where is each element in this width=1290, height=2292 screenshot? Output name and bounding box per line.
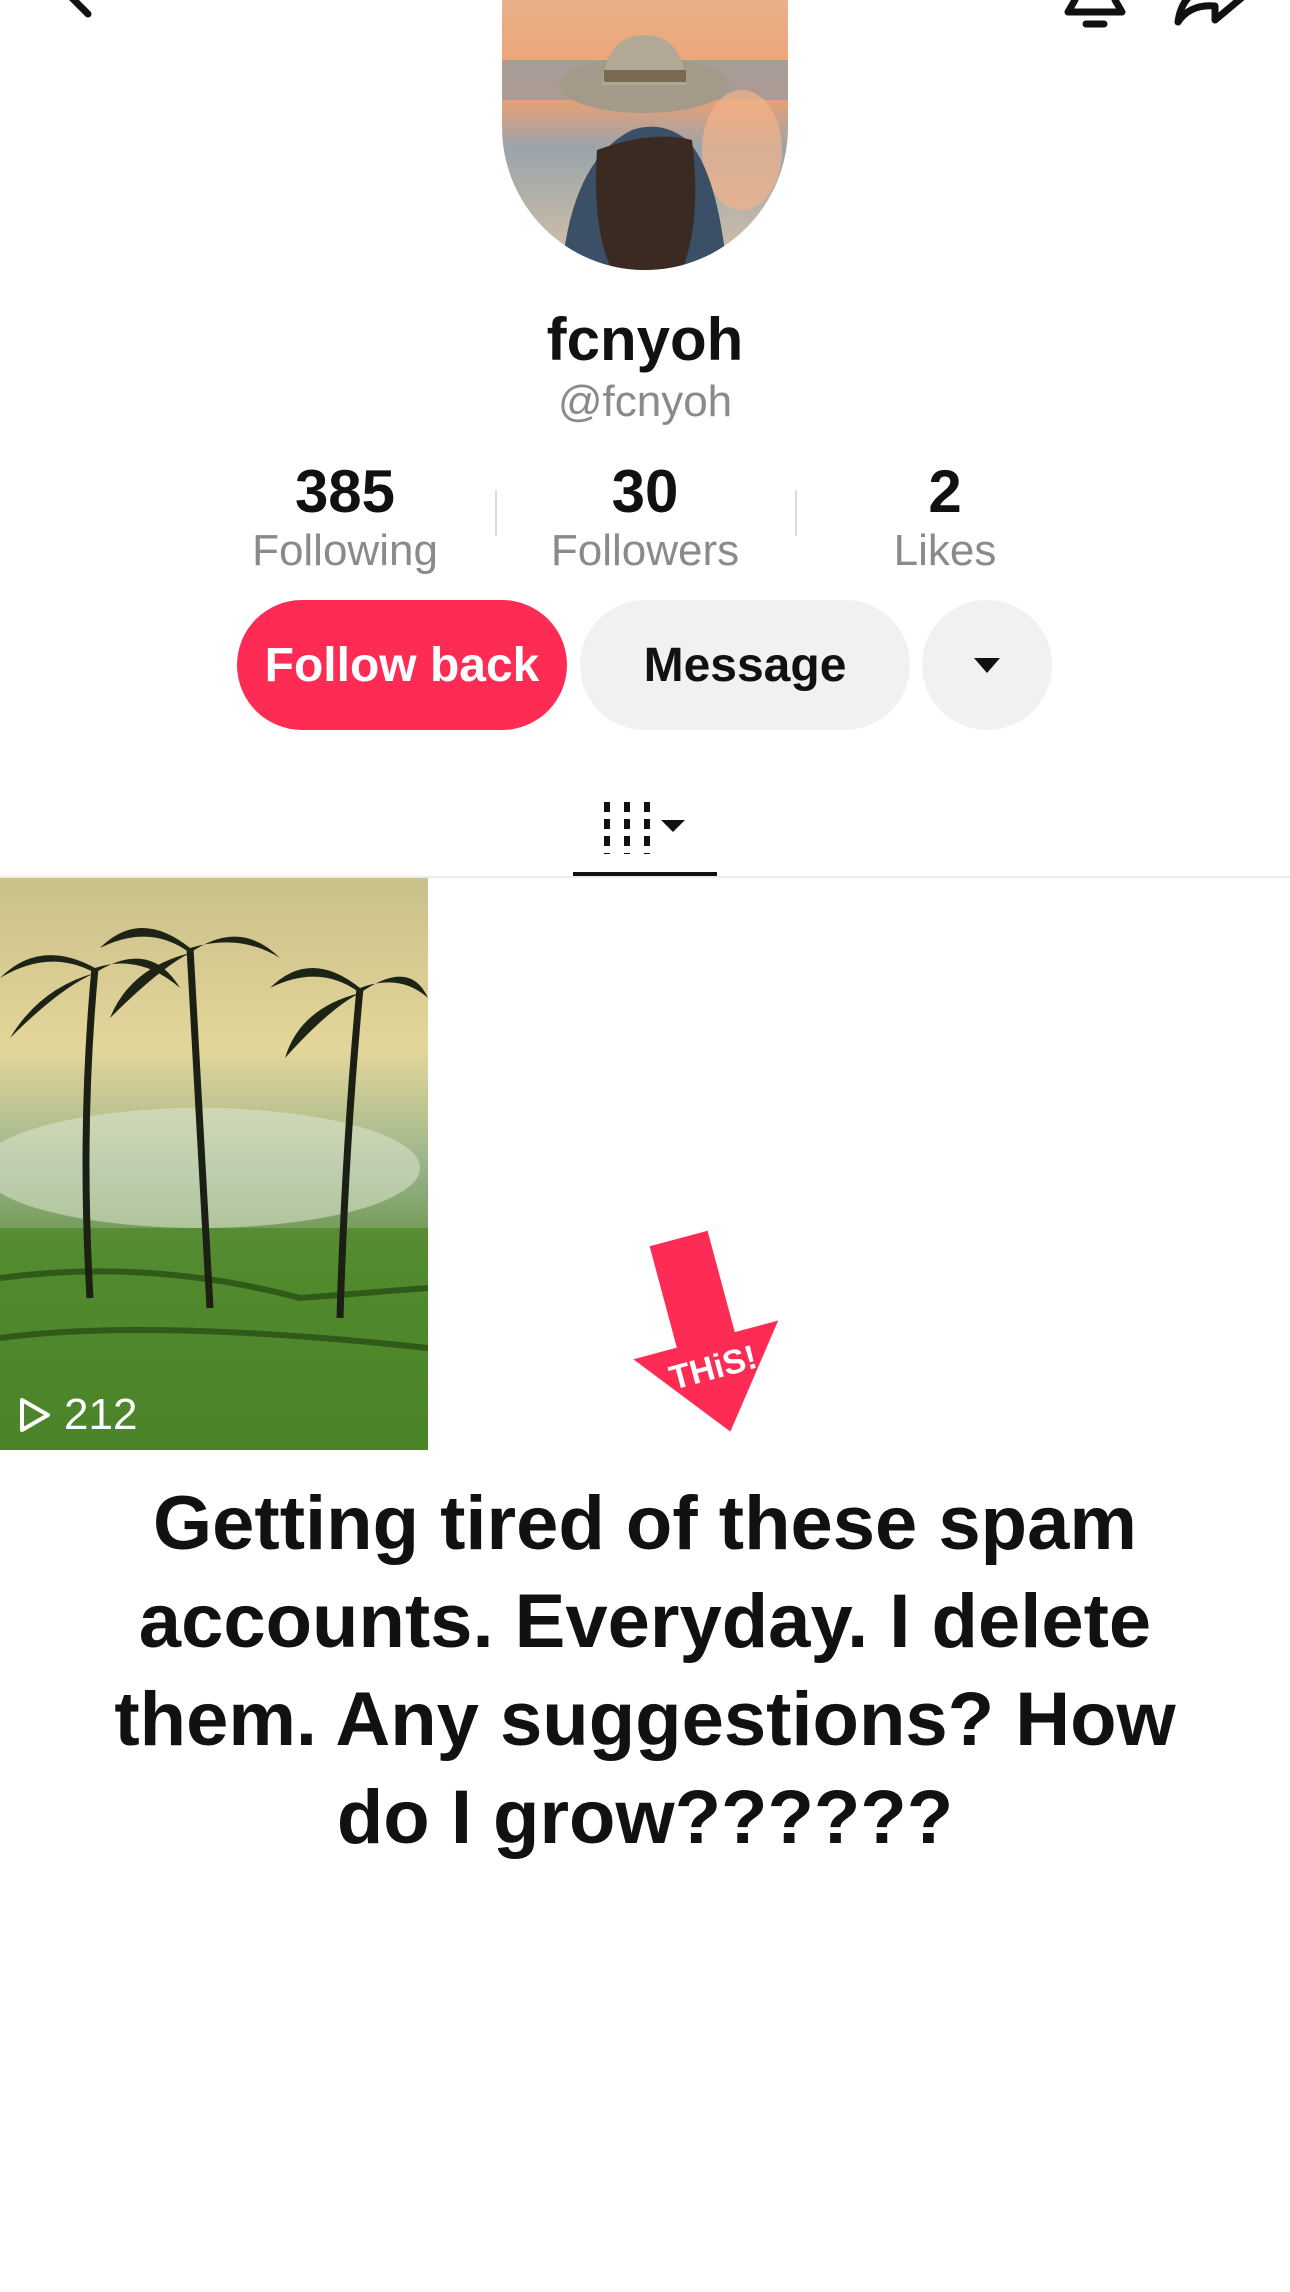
likes-count: 2 bbox=[928, 458, 962, 525]
likes-label: Likes bbox=[893, 526, 997, 575]
stat-followers[interactable]: 30 Followers bbox=[495, 458, 795, 576]
view-count-value: 212 bbox=[64, 1390, 138, 1439]
followers-count: 30 bbox=[611, 458, 679, 525]
display-name: fcnyoh bbox=[546, 306, 744, 373]
grid-icon bbox=[604, 802, 685, 854]
username-handle: @fcnyoh bbox=[557, 377, 733, 426]
view-count: 212 bbox=[18, 1390, 137, 1440]
stat-likes[interactable]: 2 Likes bbox=[795, 458, 1095, 576]
bell-icon[interactable] bbox=[1060, 0, 1130, 30]
back-icon[interactable] bbox=[48, 0, 108, 20]
chevron-down-icon bbox=[661, 820, 685, 832]
more-options-button[interactable] bbox=[922, 600, 1052, 730]
avatar[interactable] bbox=[502, 0, 788, 270]
play-icon bbox=[20, 1398, 50, 1432]
follow-back-button[interactable]: Follow back bbox=[237, 600, 567, 730]
arrow-sticker: THiS! bbox=[633, 1230, 779, 1432]
following-label: Following bbox=[252, 526, 438, 575]
chevron-down-icon bbox=[974, 658, 1000, 673]
share-icon[interactable] bbox=[1170, 0, 1250, 30]
tab-videos[interactable] bbox=[573, 780, 717, 876]
message-button[interactable]: Message bbox=[580, 600, 910, 730]
followers-label: Followers bbox=[550, 526, 740, 575]
overlay-caption: Getting tired of these spam accounts. Ev… bbox=[114, 1481, 1176, 1860]
stat-following[interactable]: 385 Following bbox=[195, 458, 495, 576]
video-thumbnail[interactable] bbox=[0, 878, 428, 1450]
following-count: 385 bbox=[294, 458, 396, 525]
